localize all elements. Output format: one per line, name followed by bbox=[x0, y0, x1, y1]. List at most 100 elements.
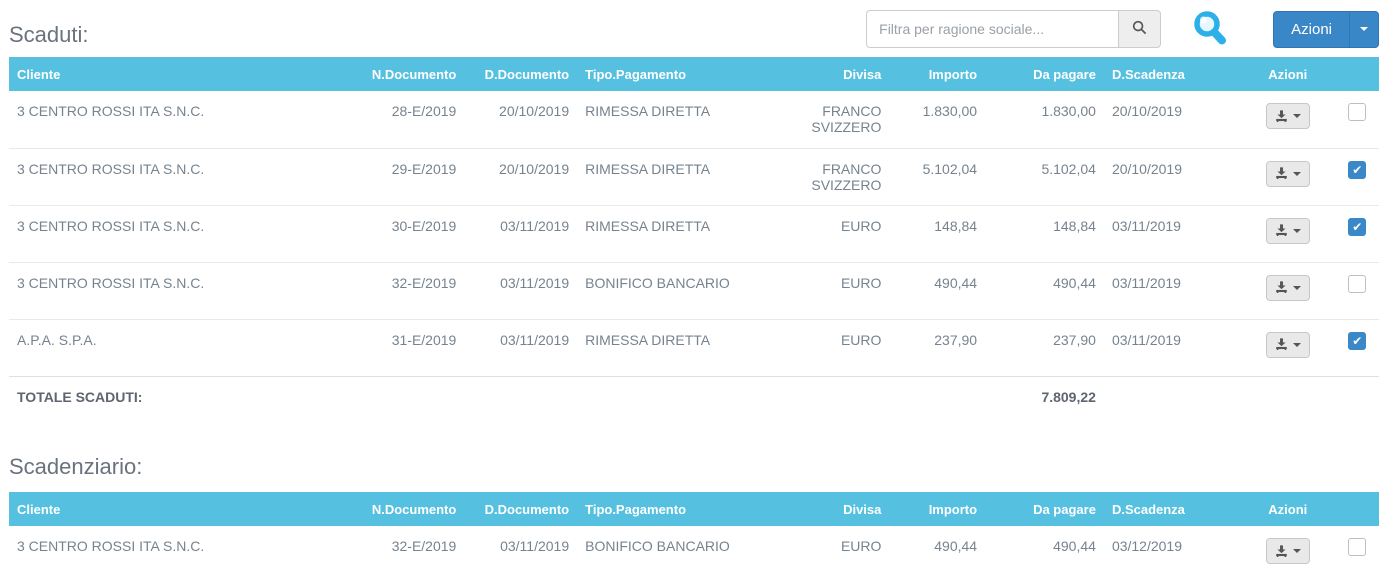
caret-down-icon bbox=[1292, 549, 1301, 553]
caret-down-icon bbox=[1292, 171, 1301, 176]
scadenziario-table: Cliente N.Documento D.Documento Tipo.Pag… bbox=[9, 492, 1379, 583]
cell-dapagare: 5.102,04 bbox=[985, 147, 1104, 205]
total-label: TOTALE SCADUTI: bbox=[9, 375, 986, 418]
col-header-ndocumento: N.Documento bbox=[351, 492, 465, 526]
cell-divisa: EURO bbox=[778, 204, 890, 262]
row-download-dropdown-button[interactable] bbox=[1265, 331, 1310, 358]
azioni-button[interactable]: Azioni bbox=[1273, 10, 1350, 48]
cell-tipopagamento: BONIFICO BANCARIO bbox=[577, 261, 779, 319]
cell-ddocumento: 20/10/2019 bbox=[464, 147, 578, 205]
row-checkbox[interactable] bbox=[1348, 274, 1367, 293]
cell-cliente: A.P.A. S.P.A. bbox=[9, 318, 352, 376]
cell-dscadenza: 03/12/2019 bbox=[1111, 538, 1183, 554]
cell-dscadenza: 03/11/2019 bbox=[1103, 318, 1240, 376]
col-header-ddocumento: D.Documento bbox=[464, 492, 578, 526]
row-download-dropdown-button[interactable] bbox=[1265, 160, 1310, 187]
cell-importo: 237,90 bbox=[889, 318, 986, 376]
cell-divisa: EURO bbox=[840, 538, 882, 554]
cell-divisa: EURO bbox=[778, 318, 890, 376]
row-download-dropdown-button[interactable] bbox=[1265, 103, 1310, 129]
col-header-azioni: Azioni bbox=[1239, 57, 1336, 91]
filter-search-button[interactable] bbox=[1118, 10, 1162, 48]
cell-divisa: FRANCO SVIZZERO bbox=[811, 103, 882, 135]
scadenziario-header-row: Cliente N.Documento D.Documento Tipo.Pag… bbox=[9, 492, 1379, 526]
table-row: 3 CENTRO ROSSI ITA S.N.C. 30-E/2019 03/1… bbox=[9, 204, 1379, 262]
row-download-dropdown-button[interactable] bbox=[1265, 217, 1310, 244]
topbar: Scaduti: Az bbox=[9, 0, 1379, 57]
cell-cliente: 3 CENTRO ROSSI ITA S.N.C. bbox=[17, 538, 205, 554]
filter-input-group bbox=[866, 10, 1162, 48]
cell-cliente: 3 CENTRO ROSSI ITA S.N.C. bbox=[17, 103, 205, 119]
caret-down-icon bbox=[1292, 342, 1301, 347]
col-header-divisa: Divisa bbox=[778, 492, 890, 526]
cell-importo: 148,84 bbox=[889, 204, 986, 262]
cell-divisa: EURO bbox=[778, 261, 890, 319]
table-row: 3 CENTRO ROSSI ITA S.N.C. 29-E/2019 20/1… bbox=[9, 147, 1379, 205]
cell-ndocumento: 31-E/2019 bbox=[351, 318, 465, 376]
col-header-cliente: Cliente bbox=[9, 492, 352, 526]
row-checkbox[interactable] bbox=[1348, 331, 1367, 350]
download-icon bbox=[1275, 281, 1288, 294]
scaduti-section-title: Scaduti: bbox=[9, 22, 89, 47]
cell-dscadenza: 20/10/2019 bbox=[1103, 147, 1240, 205]
col-header-azioni: Azioni bbox=[1239, 492, 1336, 526]
cell-ndocumento: 28-E/2019 bbox=[391, 103, 457, 119]
cell-ndocumento: 29-E/2019 bbox=[351, 147, 465, 205]
col-header-tipopagamento: Tipo.Pagamento bbox=[577, 57, 779, 91]
cell-dscadenza: 03/11/2019 bbox=[1103, 261, 1240, 319]
cell-cliente: 3 CENTRO ROSSI ITA S.N.C. bbox=[9, 204, 352, 262]
col-header-checkbox bbox=[1335, 57, 1379, 91]
download-icon bbox=[1275, 167, 1288, 180]
azioni-dropdown-toggle[interactable] bbox=[1350, 10, 1379, 48]
col-header-importo: Importo bbox=[889, 492, 986, 526]
cell-ddocumento: 03/11/2019 bbox=[500, 538, 570, 554]
cell-ddocumento: 03/11/2019 bbox=[464, 318, 578, 376]
topbar-controls: Azioni bbox=[866, 9, 1379, 49]
cell-dscadenza: 03/11/2019 bbox=[1103, 204, 1240, 262]
filter-input[interactable] bbox=[866, 10, 1119, 48]
col-header-checkbox bbox=[1335, 492, 1379, 526]
download-icon bbox=[1275, 338, 1288, 351]
download-icon bbox=[1275, 224, 1288, 237]
caret-down-icon bbox=[1292, 285, 1301, 290]
row-checkbox[interactable] bbox=[1348, 217, 1367, 236]
row-checkbox[interactable] bbox=[1348, 160, 1367, 179]
cell-dapagare: 237,90 bbox=[985, 318, 1104, 376]
col-header-tipopagamento: Tipo.Pagamento bbox=[577, 492, 779, 526]
row-download-dropdown-button[interactable] bbox=[1265, 538, 1310, 564]
cell-ddocumento: 03/11/2019 bbox=[464, 261, 578, 319]
col-header-dapagare: Da pagare bbox=[985, 57, 1104, 91]
total-value: 7.809,22 bbox=[985, 375, 1104, 418]
table-row: A.P.A. S.P.A. 31-E/2019 03/11/2019 RIMES… bbox=[9, 318, 1379, 376]
scadenziario-section-title: Scadenziario: bbox=[9, 454, 143, 479]
cell-cliente: 3 CENTRO ROSSI ITA S.N.C. bbox=[9, 261, 352, 319]
cell-ndocumento: 32-E/2019 bbox=[351, 261, 465, 319]
download-icon bbox=[1275, 109, 1288, 123]
blue-magnifier-icon[interactable] bbox=[1191, 9, 1229, 49]
cell-divisa: FRANCO SVIZZERO bbox=[778, 147, 890, 205]
cell-dscadenza: 20/10/2019 bbox=[1111, 103, 1183, 119]
row-checkbox[interactable] bbox=[1348, 103, 1367, 122]
cell-tipopagamento: RIMESSA DIRETTA bbox=[577, 204, 779, 262]
row-download-dropdown-button[interactable] bbox=[1265, 274, 1310, 301]
col-header-cliente: Cliente bbox=[9, 57, 352, 91]
cell-ddocumento: 20/10/2019 bbox=[499, 103, 570, 119]
col-header-importo: Importo bbox=[889, 57, 986, 91]
cell-tipopagamento: RIMESSA DIRETTA bbox=[585, 103, 711, 119]
magnifier-icon bbox=[1132, 20, 1147, 38]
cell-dapagare: 148,84 bbox=[985, 204, 1104, 262]
scaduti-total-row: TOTALE SCADUTI: 7.809,22 bbox=[9, 375, 1379, 418]
col-header-dapagare: Da pagare bbox=[985, 492, 1104, 526]
cell-tipopagamento: RIMESSA DIRETTA bbox=[577, 318, 779, 376]
payments-page: Scaduti: Az bbox=[0, 0, 1388, 583]
caret-down-icon bbox=[1360, 27, 1368, 31]
cell-tipopagamento: RIMESSA DIRETTA bbox=[577, 147, 779, 205]
row-checkbox[interactable] bbox=[1348, 538, 1367, 557]
cell-dapagare: 490,44 bbox=[985, 261, 1104, 319]
azioni-split-button: Azioni bbox=[1273, 10, 1379, 48]
cell-importo: 5.102,04 bbox=[889, 147, 986, 205]
col-header-divisa: Divisa bbox=[778, 57, 890, 91]
cell-importo: 1.830,00 bbox=[922, 103, 978, 119]
caret-down-icon bbox=[1292, 114, 1301, 118]
scaduti-table: Cliente N.Documento D.Documento Tipo.Pag… bbox=[9, 57, 1379, 418]
